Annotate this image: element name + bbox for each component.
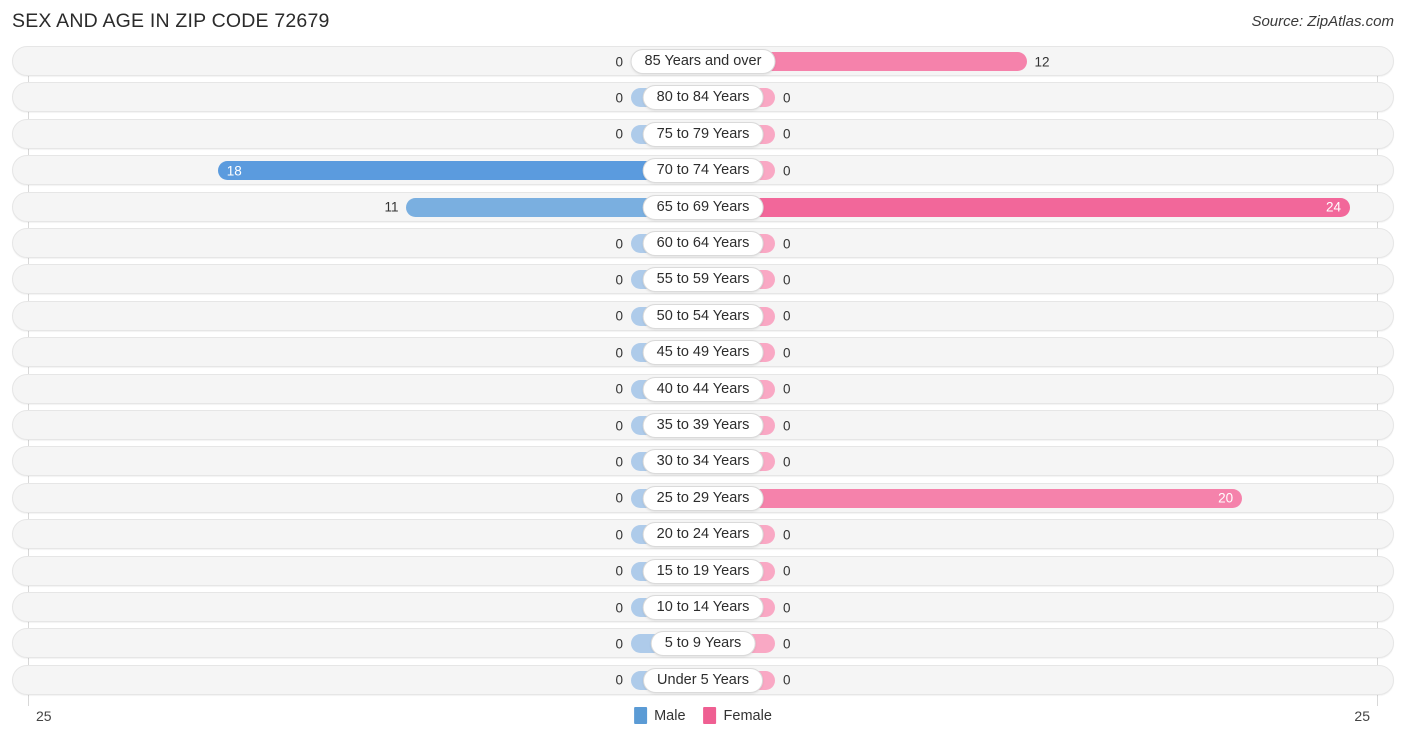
male-bar[interactable]: 18 [217,161,703,181]
female-bar[interactable]: 20 [703,488,1243,508]
age-group-row[interactable]: 0 0 55 to 59 Years [12,264,1394,295]
age-group-row[interactable]: 0 0 75 to 79 Years [12,118,1394,149]
age-group-label: 85 Years and over [630,49,776,74]
male-value-label: 0 [615,345,623,361]
age-group-label: 5 to 9 Years [650,631,756,657]
age-group-row[interactable]: 0 0 35 to 39 Years [12,410,1394,440]
age-group-label: Under 5 Years [643,667,763,693]
chart-legend: Male Female [634,707,772,724]
female-value-label: 12 [1034,54,1050,69]
age-group-label: 70 to 74 Years [642,158,764,184]
age-group-row[interactable]: 0 0 40 to 44 Years [12,373,1394,404]
male-value-label: 0 [615,636,623,652]
male-value-label: 0 [615,54,623,69]
axis-tick-left: 25 [36,708,52,724]
legend-label-female: Female [723,707,772,724]
age-group-label: 30 to 34 Years [642,449,764,475]
female-value-label: 0 [783,236,791,251]
age-group-label: 80 to 84 Years [642,85,764,111]
age-group-label: 20 to 24 Years [642,522,764,548]
male-value-label: 0 [615,454,623,470]
male-value-label: 0 [615,126,623,142]
male-value-label: 0 [615,563,623,579]
female-bar[interactable]: 24 [703,197,1351,217]
age-group-row[interactable]: 0 0 5 to 9 Years [12,628,1394,659]
female-value-label: 0 [783,308,791,324]
legend-item-male[interactable]: Male [634,707,686,724]
chart-page: SEX AND AGE IN ZIP CODE 72679 Source: Zi… [0,0,1406,740]
female-value-label: 24 [1326,199,1342,215]
age-group-label: 45 to 49 Years [642,340,764,366]
age-group-row[interactable]: 0 0 45 to 49 Years [12,337,1394,368]
male-value-label: 0 [615,490,623,506]
age-group-row[interactable]: 0 0 Under 5 Years [12,664,1394,695]
chart-header: SEX AND AGE IN ZIP CODE 72679 Source: Zi… [0,0,1406,46]
chart-plot-area: 0 12 85 Years and over 0 0 80 to 84 Years 0 0 75… [0,46,1406,706]
age-group-label: 60 to 64 Years [642,231,764,256]
legend-item-female[interactable]: Female [703,707,772,724]
female-value-label: 0 [783,563,791,579]
male-value-label: 0 [615,527,623,543]
female-value-label: 0 [783,672,791,688]
age-group-row[interactable]: 0 0 80 to 84 Years [12,82,1394,113]
male-value-label: 0 [615,90,623,106]
age-group-label: 15 to 19 Years [642,558,764,584]
female-value-label: 0 [783,636,791,652]
female-value-label: 0 [783,381,791,397]
male-value-label: 0 [615,418,623,433]
age-group-row[interactable]: 18 0 70 to 74 Years [12,155,1394,186]
male-value-label: 0 [615,236,623,251]
female-value-label: 0 [783,527,791,543]
age-group-row[interactable]: 0 0 30 to 34 Years [12,446,1394,477]
female-value-label: 0 [783,90,791,106]
female-value-label: 0 [783,454,791,470]
legend-swatch-female-icon [703,707,717,724]
male-value-label: 11 [384,199,399,215]
age-group-label: 35 to 39 Years [642,413,764,438]
female-value-label: 0 [783,126,791,142]
source-attribution: Source: ZipAtlas.com [1251,13,1394,30]
female-value-label: 0 [783,163,791,179]
age-group-label: 65 to 69 Years [642,194,764,220]
male-value-label: 0 [615,600,623,615]
age-group-row[interactable]: 0 20 25 to 29 Years [12,482,1394,513]
age-group-row[interactable]: 0 0 50 to 54 Years [12,300,1394,331]
age-group-label: 50 to 54 Years [642,303,764,329]
chart-footer: 25 25 Male Female [0,702,1406,740]
age-group-label: 55 to 59 Years [642,267,764,293]
age-group-row[interactable]: 0 12 85 Years and over [12,46,1394,76]
age-group-row[interactable]: 0 0 20 to 24 Years [12,519,1394,550]
age-group-label: 40 to 44 Years [642,376,764,402]
male-value-label: 0 [615,381,623,397]
age-group-label: 10 to 14 Years [642,595,764,620]
age-group-row[interactable]: 0 0 60 to 64 Years [12,228,1394,258]
female-value-label: 0 [783,600,791,615]
male-value-label: 0 [615,672,623,688]
male-value-label: 0 [615,272,623,288]
age-group-row[interactable]: 0 0 15 to 19 Years [12,555,1394,586]
female-value-label: 0 [783,418,791,433]
male-value-label: 0 [615,308,623,324]
female-value-label: 0 [783,345,791,361]
page-title: SEX AND AGE IN ZIP CODE 72679 [12,10,330,32]
female-value-label: 0 [783,272,791,288]
female-value-label: 20 [1218,490,1234,506]
age-group-row[interactable]: 0 0 10 to 14 Years [12,592,1394,622]
male-value-label: 18 [226,163,242,179]
age-group-row[interactable]: 11 24 65 to 69 Years [12,191,1394,222]
legend-swatch-male-icon [634,707,648,724]
age-group-label: 25 to 29 Years [642,485,764,511]
axis-tick-right: 25 [1354,708,1370,724]
age-group-label: 75 to 79 Years [642,121,764,147]
legend-label-male: Male [654,707,686,724]
